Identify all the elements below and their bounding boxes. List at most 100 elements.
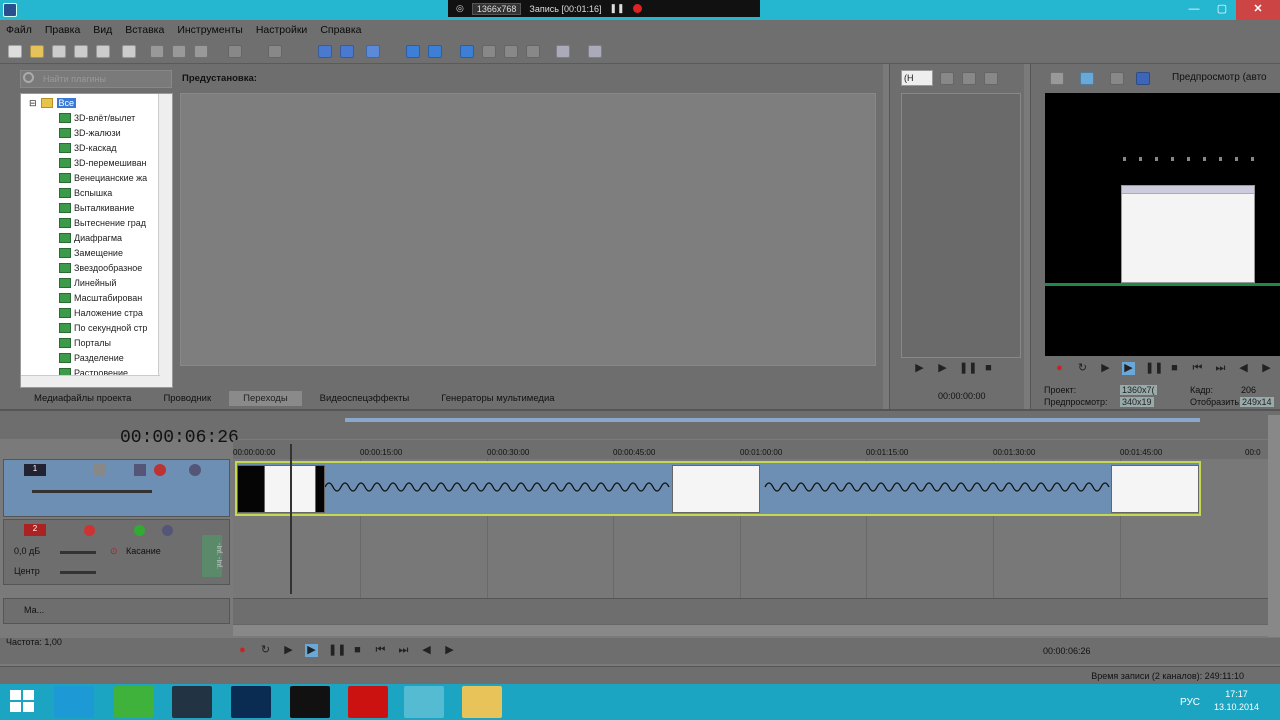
track-fx-icon[interactable] [134,464,146,476]
tab-transitions[interactable]: Переходы [229,391,302,406]
menu-insert[interactable]: Вставка [125,24,164,36]
copy-icon[interactable] [172,45,186,58]
trimmer-play-icon[interactable]: ▶ [913,362,926,375]
system-clock[interactable]: 17:17 13.10.2014 [1214,688,1259,714]
preview-pause-icon[interactable]: ❚❚ [1145,362,1163,375]
auto-ripple-icon[interactable] [460,45,474,58]
preview-fx-icon[interactable] [1110,72,1124,85]
master-bus-track[interactable] [233,598,1268,624]
tree-item[interactable]: Звездообразное [59,260,142,275]
menu-tools[interactable]: Инструменты [177,24,242,36]
maximize-button[interactable]: ▢ [1208,0,1236,20]
normal-edit-tool-icon[interactable] [318,45,332,58]
preview-play-icon[interactable]: ▶ [1122,362,1135,375]
preview-loop-icon[interactable]: ↻ [1076,362,1089,375]
vegas-taskbar-icon[interactable] [404,686,444,718]
tree-item[interactable]: Вспышка [59,185,112,200]
trimmer-select[interactable]: (Н [901,70,933,86]
menu-file[interactable]: Файл [6,24,32,36]
arm-record-icon[interactable] [84,525,95,536]
lock-envelopes-icon[interactable] [482,45,496,58]
properties-icon[interactable] [122,45,136,58]
menu-options[interactable]: Настройки [256,24,308,36]
trimmer-snap-icon[interactable] [962,72,976,85]
automation-mode[interactable]: Касание [126,546,161,556]
skype-icon[interactable] [54,686,94,718]
media-fx-icon[interactable] [556,45,570,58]
go-to-end-icon[interactable]: ⏭ [397,644,410,657]
timeline-ruler[interactable]: 00:00:00:00 00:00:15:00 00:00:30:00 00:0… [233,440,1268,459]
level-slider[interactable] [32,490,152,493]
cut-icon[interactable] [150,45,164,58]
new-project-icon[interactable] [8,45,22,58]
tree-item[interactable]: 3D-жалюзи [59,125,121,140]
next-frame-icon[interactable]: ▶ [443,644,456,657]
trimmer-stop-icon[interactable]: ■ [982,362,995,375]
timeline-overview-bar[interactable] [345,418,1200,422]
preview-play-from-start-icon[interactable]: ▶ [1099,362,1112,375]
go-to-start-icon[interactable]: ⏮ [374,644,387,657]
redo-icon[interactable] [268,45,282,58]
tree-item[interactable]: Вытеснение град [59,215,146,230]
snapping-icon[interactable] [406,45,420,58]
loop-icon[interactable]: ↻ [259,644,272,657]
tree-item[interactable]: Венецианские жа [59,170,147,185]
preview-next-frame-icon[interactable]: ▶ [1260,362,1273,375]
open-icon[interactable] [30,45,44,58]
auto-crossfade-icon[interactable] [428,45,442,58]
help-pointer-icon[interactable] [588,45,602,58]
trimmer-pause-icon[interactable]: ❚❚ [959,362,977,375]
trimmer-zoom-icon[interactable] [940,72,954,85]
trimmer-close-icon[interactable] [984,72,998,85]
tree-horizontal-scrollbar[interactable] [21,375,160,387]
preview-quality-label[interactable]: Предпросмотр (авто [1172,72,1267,83]
timeline-vertical-scrollbar[interactable] [1268,415,1280,637]
tree-item[interactable]: Линейный [59,275,116,290]
tree-item[interactable]: Наложение стра [59,305,143,320]
pan-slider[interactable] [60,571,96,574]
tab-video-fx[interactable]: Видеоспецэффекты [306,391,424,406]
paste-icon[interactable] [194,45,208,58]
recorder-pause-icon[interactable]: ❚❚ [609,3,624,14]
render-icon[interactable] [96,45,110,58]
preview-go-start-icon[interactable]: ⏮ [1191,362,1204,375]
vegas-app-icon[interactable] [3,3,17,17]
preview-prev-frame-icon[interactable]: ◀ [1237,362,1250,375]
tree-item[interactable]: Диафрагма [59,230,122,245]
preview-stop-icon[interactable]: ■ [1168,362,1181,375]
language-indicator[interactable]: РУС [1180,697,1200,708]
audio-track-header[interactable]: 2 0,0 дБ ⊙ Касание Центр -Inf. -Inf. [3,519,230,585]
play-from-start-icon[interactable]: ▶ [282,644,295,657]
play-icon[interactable]: ▶ [305,644,318,657]
close-button[interactable]: ✕ [1236,0,1280,20]
plugin-search-input[interactable]: Найти плагины [20,70,172,88]
selection-tool-icon[interactable] [366,45,380,58]
save-as-icon[interactable] [74,45,88,58]
track-motion-icon[interactable] [94,464,106,476]
tree-item[interactable]: 3D-перемешиван [59,155,147,170]
expand-icon[interactable]: ⊟ [29,98,37,109]
tree-item[interactable]: Выталкивание [59,200,134,215]
preview-go-end-icon[interactable]: ⏭ [1214,362,1227,375]
automation-icon[interactable]: ⊙ [110,546,118,557]
audio-fx-icon[interactable] [134,525,145,536]
undo-icon[interactable] [228,45,242,58]
timeline-cursor[interactable] [290,444,292,594]
tree-root[interactable]: ⊟ Все [29,96,77,110]
solo-icon[interactable] [189,464,201,476]
tab-explorer[interactable]: Проводник [149,391,225,406]
preview-record-icon[interactable]: ● [1053,362,1066,375]
record-icon[interactable]: ● [236,644,249,657]
external-monitor-icon[interactable] [1080,72,1094,85]
save-icon[interactable] [52,45,66,58]
w-app-icon[interactable] [290,686,330,718]
envelope-tool-icon[interactable] [340,45,354,58]
menu-help[interactable]: Справка [320,24,361,36]
ignore-grouping-icon[interactable] [504,45,518,58]
green-play-app-icon[interactable] [114,686,154,718]
video-track-header[interactable]: 1 [3,459,230,517]
cinema4d-icon[interactable] [172,686,212,718]
tree-item[interactable]: По секундной стр [59,320,147,335]
trimmer-area[interactable] [901,93,1021,358]
menu-edit[interactable]: Правка [45,24,80,36]
